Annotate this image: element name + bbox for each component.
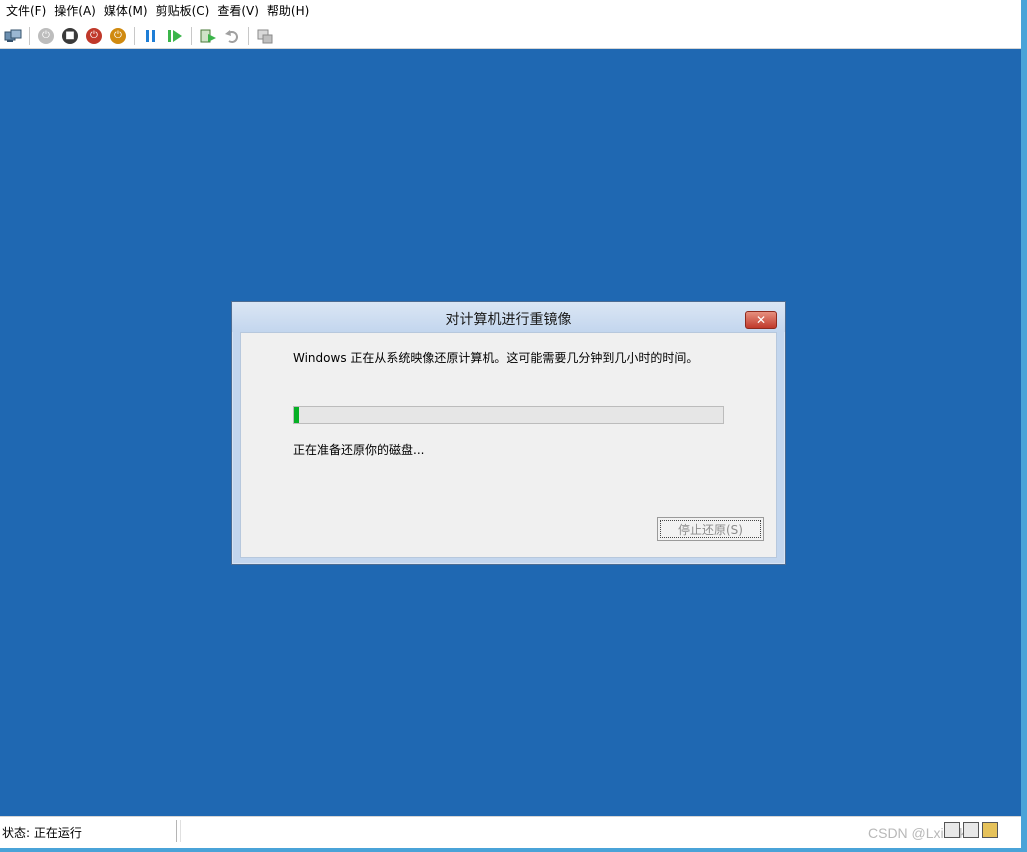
shutdown-button[interactable]: ⏻ xyxy=(83,25,105,47)
lock-icon xyxy=(982,822,998,838)
dialog-body: Windows 正在从系统映像还原计算机。这可能需要几分钟到几小时的时间。 正在… xyxy=(240,332,777,558)
save-state-icon: ⏻ xyxy=(110,27,126,44)
ctrl-alt-del-icon xyxy=(4,29,22,42)
restore-status: 正在准备还原你的磁盘... xyxy=(293,443,425,457)
menu-bar: 文件(F) 操作(A) 媒体(M) 剪贴板(C) 查看(V) 帮助(H) xyxy=(0,0,1021,23)
reimage-dialog: 对计算机进行重镜像 ✕ Windows 正在从系统映像还原计算机。这可能需要几分… xyxy=(231,301,786,565)
resume-button[interactable] xyxy=(164,25,186,47)
restore-progress-bar xyxy=(293,406,724,424)
resume-icon xyxy=(168,29,182,42)
pause-icon xyxy=(146,29,155,42)
checkpoint-button[interactable] xyxy=(197,25,219,47)
restore-message: Windows 正在从系统映像还原计算机。这可能需要几分钟到几小时的时间。 xyxy=(293,351,699,365)
ctrl-alt-del-button[interactable] xyxy=(2,25,24,47)
turn-off-button[interactable]: ■ xyxy=(59,25,81,47)
shutdown-icon: ⏻ xyxy=(86,27,102,44)
checkpoint-icon xyxy=(200,29,216,42)
dialog-title: 对计算机进行重镜像 xyxy=(445,312,572,328)
menu-action[interactable]: 操作(A) xyxy=(50,0,100,23)
status-divider xyxy=(176,820,177,842)
keyboard-icon xyxy=(944,822,960,838)
stop-restore-button[interactable]: 停止还原(S) xyxy=(657,517,764,541)
menu-clipboard[interactable]: 剪贴板(C) xyxy=(152,0,214,23)
start-button[interactable]: ⏻ xyxy=(35,25,57,47)
usb-icon xyxy=(963,822,979,838)
start-icon: ⏻ xyxy=(38,27,54,44)
menu-media[interactable]: 媒体(M) xyxy=(100,0,152,23)
revert-button[interactable] xyxy=(221,25,243,47)
enhanced-session-icon xyxy=(257,29,273,43)
vm-status: 状态: 正在运行 xyxy=(2,826,82,840)
status-tray xyxy=(944,822,998,838)
status-bar: 状态: 正在运行 CSDN @Lxiaoku xyxy=(0,816,1021,848)
close-button[interactable]: ✕ xyxy=(745,311,777,329)
toolbar-separator xyxy=(191,26,192,45)
progress-fill xyxy=(294,407,299,423)
toolbar: ⏻ ■ ⏻ ⏻ xyxy=(0,23,1021,49)
revert-icon xyxy=(225,29,238,43)
toolbar-separator xyxy=(29,26,30,45)
turn-off-icon: ■ xyxy=(62,27,78,44)
menu-help[interactable]: 帮助(H) xyxy=(263,0,313,23)
save-state-button[interactable]: ⏻ xyxy=(107,25,129,47)
menu-file[interactable]: 文件(F) xyxy=(2,0,50,23)
close-icon: ✕ xyxy=(755,313,767,327)
enhanced-session-button[interactable] xyxy=(254,25,276,47)
menu-view[interactable]: 查看(V) xyxy=(213,0,263,23)
toolbar-separator xyxy=(134,26,135,45)
status-divider xyxy=(180,820,181,842)
toolbar-separator xyxy=(248,26,249,45)
pause-button[interactable] xyxy=(140,25,162,47)
